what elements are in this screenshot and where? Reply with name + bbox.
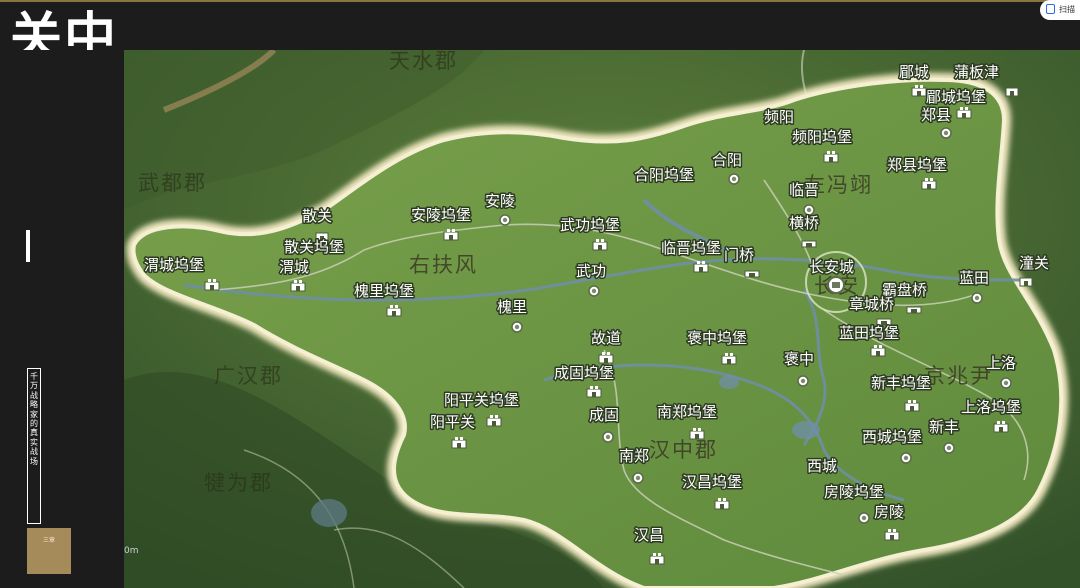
place-label: 临晋 [789,181,819,199]
place-label: 槐里坞堡 [354,282,414,300]
place-label: 章城桥 [849,295,894,313]
capital-icon [827,276,845,294]
town-icon [728,173,740,185]
place-label: 新丰 [929,418,959,436]
place-label: 房陵坞堡 [824,483,884,501]
place-label: 散关 [302,207,332,225]
gate-icon [1019,277,1033,287]
scan-widget[interactable]: 扫描 [1040,0,1080,20]
place-label: 褒中 [784,350,814,368]
place-label: 郿城 [899,63,929,81]
place-label: 南郑坞堡 [657,403,717,421]
region-label: 京兆尹 [924,364,993,388]
region-label: 天水郡 [389,50,458,73]
top-bar: 关中 [0,0,1080,64]
town-icon [943,442,955,454]
place-label: 褒中坞堡 [687,329,747,347]
town-icon [511,321,523,333]
text-cursor-mark [26,230,30,262]
map-area[interactable]: 右扶风左冯翊京兆尹汉中郡长安武都郡广汉郡犍为郡天水郡 郿城蒲板津郿城坞堡郑县频阳… [124,50,1080,588]
place-label: 故道 [591,329,621,347]
place-label: 阳平关坞堡 [444,391,519,409]
place-label: 上洛坞堡 [961,398,1021,416]
town-icon [499,214,511,226]
town-icon [588,285,600,297]
place-marker[interactable]: 频阳 [763,107,796,128]
town-icon [971,292,983,304]
place-label: 合阳 [712,151,742,169]
place-label: 南郑 [619,447,649,465]
bridge-icon [801,240,817,248]
outer-lake [311,499,347,527]
inner-lake-2 [792,421,820,439]
region-label: 武都郡 [138,171,207,195]
place-label: 槐里 [497,298,527,316]
inner-lake-1 [719,375,739,389]
place-label: 西城坞堡 [862,428,922,446]
sidebar [0,50,124,588]
place-label: 蓝田坞堡 [839,324,899,342]
place-label: 汉昌 [634,526,664,544]
bridge-icon [906,306,922,314]
place-label: 蓝田 [959,269,989,287]
place-label: 武功坞堡 [560,216,620,234]
place-label: 房陵 [874,503,904,521]
region-label: 右扶风 [409,253,478,277]
town-icon [602,431,614,443]
place-label: 西城 [807,457,837,475]
place-label: 新丰坞堡 [871,374,931,392]
place-label: 汉昌坞堡 [682,473,742,491]
place-label: 成固坞堡 [554,364,614,382]
place-marker[interactable]: 散关坞堡 [283,237,346,258]
place-label: 散关坞堡 [284,238,344,256]
place-label: 频阳 [764,108,794,126]
scale-label: 0m [124,546,139,556]
place-label: 临晋坞堡 [661,239,721,257]
scan-label: 扫描 [1059,5,1075,14]
place-label: 成固 [589,406,619,424]
gate-icon [1005,87,1019,97]
place-label: 蒲板津 [954,63,999,81]
region-label: 广汉郡 [214,364,283,388]
place-label: 渭城坞堡 [144,256,204,274]
region-label: 汉中郡 [649,438,718,462]
place-label: 武功 [576,262,606,280]
place-label: 长安城 [809,258,854,276]
town-icon [940,127,952,139]
town-icon [900,452,912,464]
town-icon [797,375,809,387]
place-label: 上洛 [986,354,1016,372]
chapter-badge[interactable]: 三章 [27,528,71,574]
place-marker[interactable]: 西城 [806,456,839,477]
place-label: 横桥 [789,214,819,232]
bridge-icon [744,270,760,278]
place-label: 门桥 [724,246,754,264]
scan-icon [1046,4,1055,14]
place-label: 潼关 [1019,254,1049,272]
region-label: 犍为郡 [204,471,273,495]
town-icon [632,472,644,484]
place-label: 频阳坞堡 [792,128,852,146]
place-label: 郑县坞堡 [887,156,947,174]
place-label: 安陵坞堡 [411,206,471,224]
town-icon [858,512,870,524]
place-label: 合阳坞堡 [634,166,694,184]
place-label: 渭城 [279,258,309,276]
place-label: 安陵 [485,192,515,210]
place-label: 郿城坞堡 [926,88,986,106]
place-label: 阳平关 [430,413,475,431]
place-label: 郑县 [921,106,951,124]
map-canvas[interactable]: 右扶风左冯翊京兆尹汉中郡长安武都郡广汉郡犍为郡天水郡 郿城蒲板津郿城坞堡郑县频阳… [124,50,1080,588]
sidebar-vertical-caption: 千万战略家的真实战场 [27,368,41,524]
town-icon [1000,377,1012,389]
place-marker[interactable]: 合阳 [711,150,744,171]
